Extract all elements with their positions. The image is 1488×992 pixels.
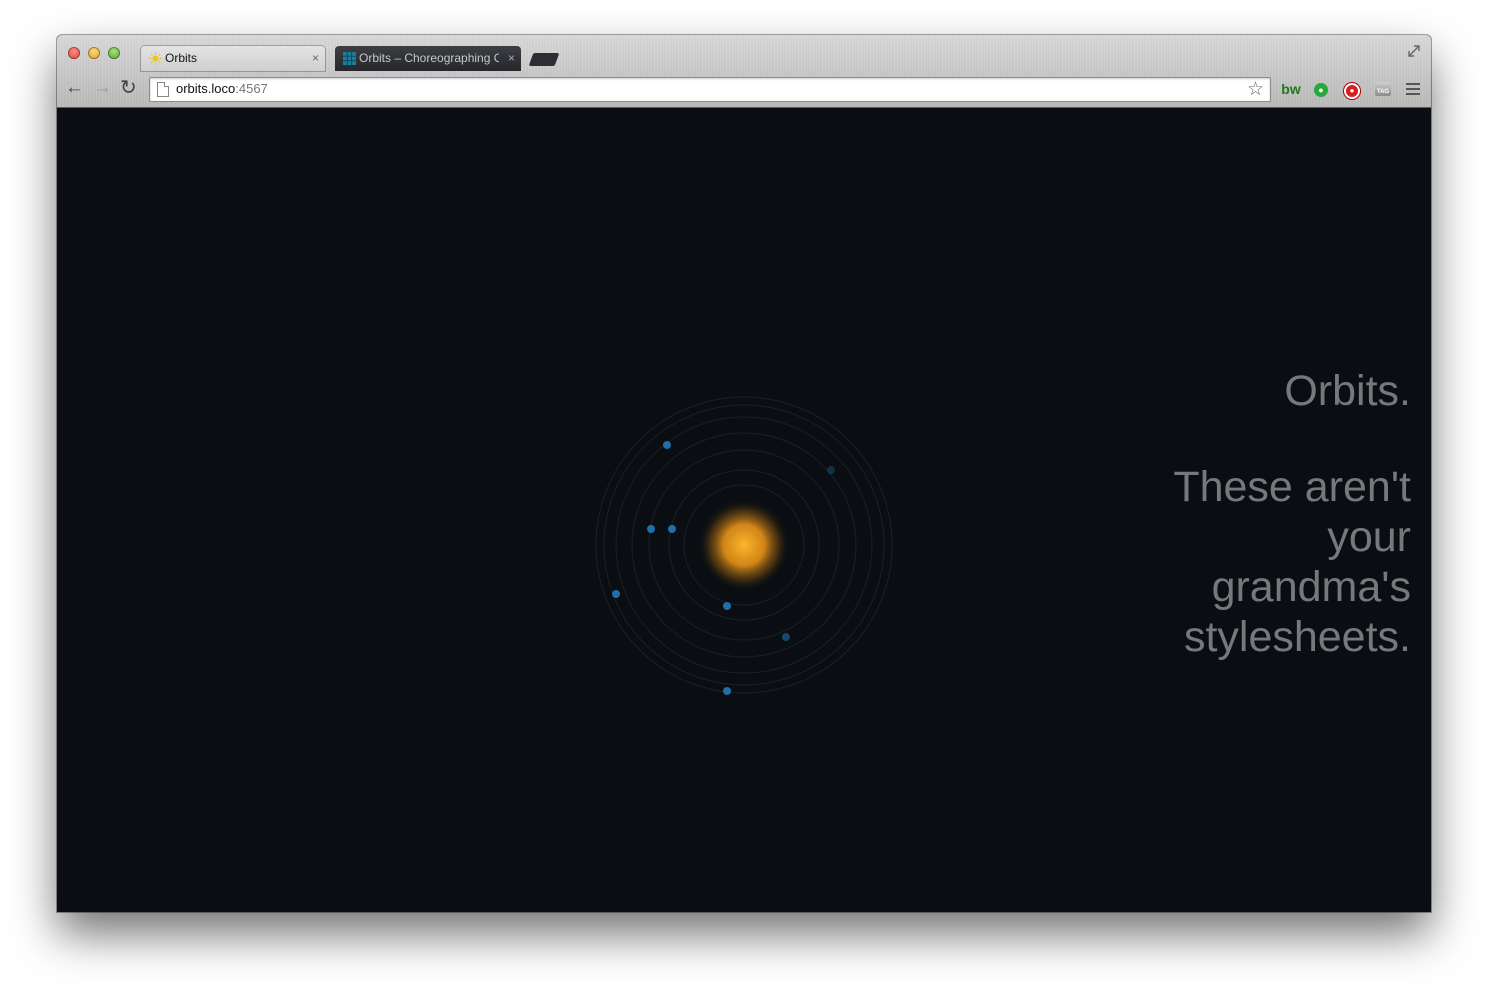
planet bbox=[723, 602, 731, 610]
grid-icon bbox=[343, 52, 356, 65]
planet bbox=[827, 466, 835, 474]
reload-icon[interactable]: ↻ bbox=[120, 78, 137, 98]
red-extension-icon[interactable]: ● bbox=[1342, 79, 1362, 99]
url-host: orbits.loco bbox=[176, 81, 236, 96]
planet bbox=[668, 525, 676, 533]
tab-title: Orbits bbox=[165, 51, 198, 65]
new-tab-button[interactable] bbox=[528, 53, 560, 66]
url-port: :4567 bbox=[235, 81, 268, 96]
bw-extension-icon[interactable]: bw bbox=[1279, 79, 1303, 99]
window-close-button[interactable] bbox=[68, 47, 80, 59]
planet bbox=[663, 441, 671, 449]
fullscreen-icon[interactable] bbox=[1407, 44, 1421, 58]
page-title: Orbits. bbox=[1284, 367, 1411, 415]
address-url[interactable]: orbits.loco:4567 bbox=[176, 81, 268, 96]
toolbar: ← → ↻ orbits.loco:4567 ☆ bw ● ● TAG bbox=[57, 71, 1431, 107]
planet bbox=[612, 590, 620, 598]
tab-close-icon[interactable]: × bbox=[312, 46, 319, 71]
page-viewport: Orbits. These aren't your grandma's styl… bbox=[57, 108, 1431, 912]
planet bbox=[647, 525, 655, 533]
tab-orbits-choreographing[interactable]: Orbits – Choreographing C × bbox=[335, 46, 521, 71]
tag-extension-icon[interactable]: TAG bbox=[1373, 79, 1393, 99]
planet bbox=[723, 687, 731, 695]
browser-chrome: Orbits × Orbits – Choreographing C × ← →… bbox=[57, 35, 1431, 108]
tag-extension-label: TAG bbox=[1375, 82, 1391, 96]
page-icon bbox=[157, 82, 169, 97]
tab-title: Orbits – Choreographing C bbox=[359, 51, 499, 65]
sun-icon bbox=[149, 52, 162, 65]
address-bar[interactable]: orbits.loco:4567 ☆ bbox=[149, 77, 1271, 102]
forward-arrow-icon[interactable]: → bbox=[93, 78, 112, 98]
tab-close-icon[interactable]: × bbox=[508, 46, 515, 71]
browser-window: Orbits × Orbits – Choreographing C × ← →… bbox=[57, 35, 1431, 912]
hero-text: Orbits. These aren't your grandma's styl… bbox=[1011, 366, 1411, 662]
green-extension-icon[interactable]: ● bbox=[1312, 79, 1330, 99]
sun bbox=[698, 499, 790, 591]
page-tagline: These aren't your grandma's stylesheets. bbox=[1173, 463, 1411, 661]
window-zoom-button[interactable] bbox=[108, 47, 120, 59]
tab-orbits[interactable]: Orbits × bbox=[141, 46, 325, 71]
planet bbox=[782, 633, 790, 641]
menu-icon[interactable] bbox=[1406, 83, 1420, 98]
bookmark-star-icon[interactable]: ☆ bbox=[1247, 78, 1264, 101]
window-minimize-button[interactable] bbox=[88, 47, 100, 59]
back-arrow-icon[interactable]: ← bbox=[65, 78, 84, 98]
